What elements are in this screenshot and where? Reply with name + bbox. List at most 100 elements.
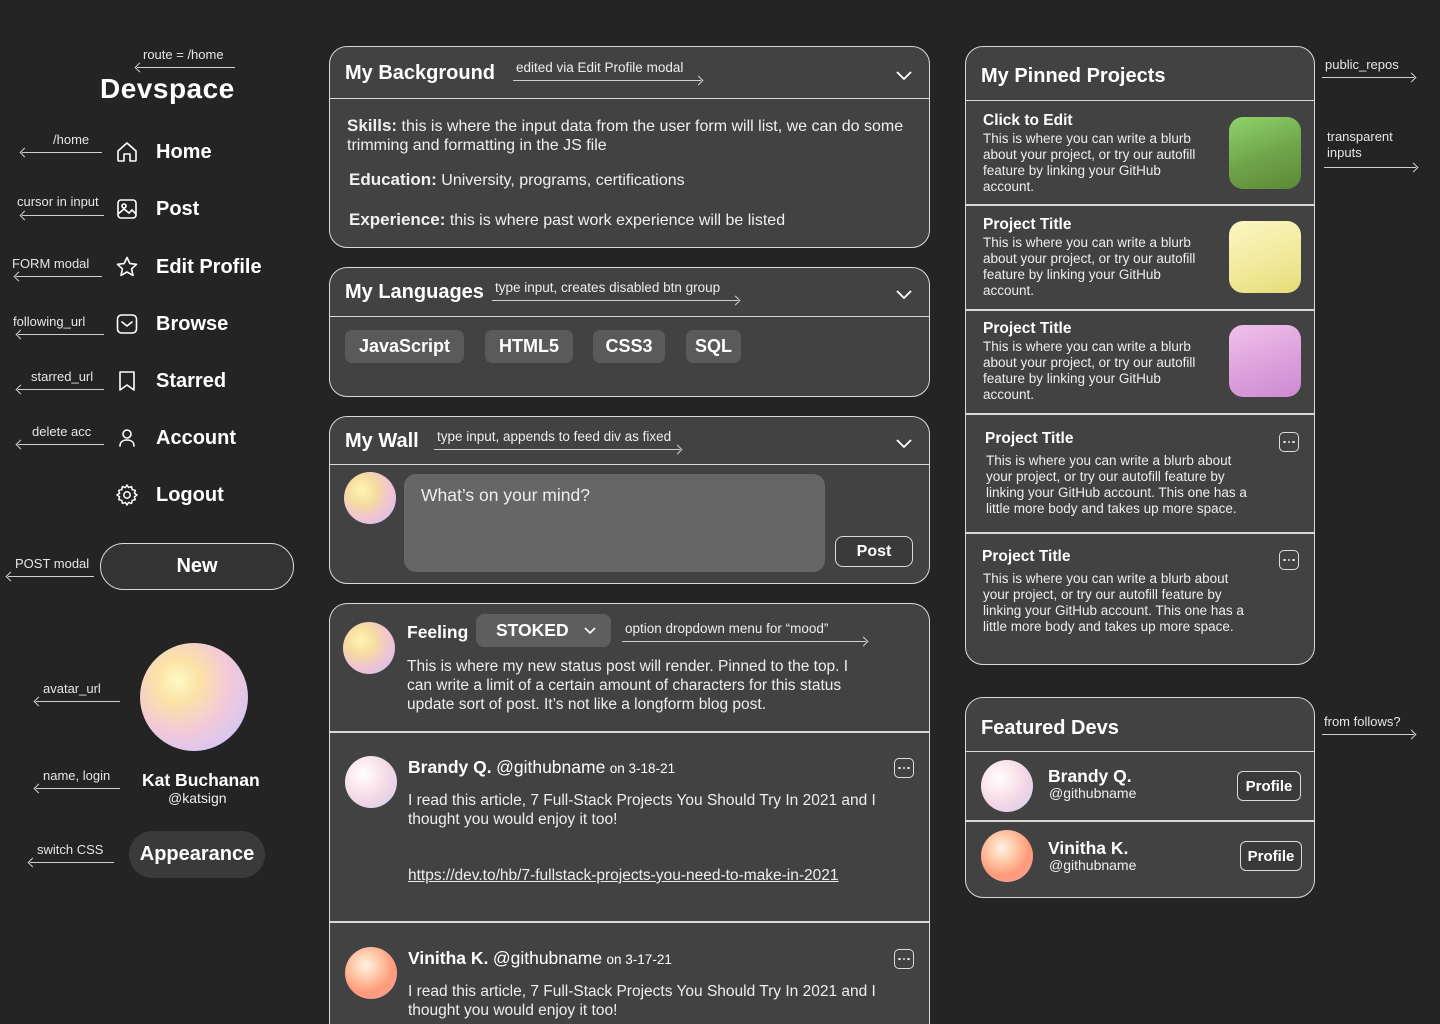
project-title[interactable]: Project Title [983, 216, 1071, 234]
post-text: I read this article, 7 Full-Stack Projec… [408, 792, 876, 828]
star-icon [114, 254, 140, 280]
language-pill: JavaScript [345, 330, 464, 363]
more-options-icon[interactable] [1279, 432, 1299, 452]
user-name: Kat Buchanan [142, 770, 260, 790]
arrow [30, 862, 114, 863]
panel-title: Featured Devs [981, 717, 1119, 739]
avatar-note: avatar_url [43, 681, 101, 696]
profile-button[interactable]: Profile [1237, 771, 1301, 801]
bookmark-icon [114, 368, 140, 394]
sidebar-item-logout[interactable]: Logout [114, 482, 224, 508]
featured-note: from follows? [1324, 714, 1401, 729]
post-author[interactable]: Brandy Q. [408, 757, 492, 777]
arrow [1322, 734, 1414, 735]
divider [330, 921, 930, 923]
sidebar-item-label: Post [156, 197, 200, 220]
language-pill: SQL [686, 330, 741, 363]
dev-name: Vinitha K. [1048, 838, 1129, 858]
sidebar-item-post[interactable]: Post [114, 196, 199, 222]
project-title[interactable]: Click to Edit [983, 112, 1073, 130]
project-text[interactable]: This is where you can write a blurb abou… [983, 571, 1258, 635]
divider [966, 532, 1314, 534]
wall-post-button[interactable]: Post [835, 536, 913, 567]
status-text: This is where my new status post will re… [407, 658, 849, 713]
post-header: Vinitha K. @githubname on 3-17-21 [408, 948, 672, 969]
more-options-icon[interactable] [894, 949, 914, 969]
sidebar-item-starred[interactable]: Starred [114, 368, 226, 394]
chevron-down-icon[interactable] [895, 435, 913, 453]
sidebar-item-browse[interactable]: Browse [114, 311, 228, 337]
transparent-inputs-note: transparent inputs [1327, 129, 1393, 160]
project-text[interactable]: This is where you can write a blurb abou… [983, 235, 1215, 299]
nav-note-edit-profile: FORM modal [12, 256, 90, 271]
post-handle: @githubname [492, 948, 603, 968]
app-logo[interactable]: Devspace [100, 73, 235, 105]
sidebar-item-label: Starred [156, 369, 227, 392]
chevron-down-icon[interactable] [895, 286, 913, 304]
project-title[interactable]: Project Title [985, 430, 1073, 448]
image-icon [114, 196, 140, 222]
sidebar-item-label: Home [156, 140, 212, 163]
panel-title: My Background [345, 62, 496, 84]
avatar [981, 760, 1033, 812]
avatar [344, 472, 396, 524]
profile-button[interactable]: Profile [1240, 841, 1302, 871]
avatar [981, 830, 1033, 882]
sidebar-item-label: Logout [156, 483, 224, 506]
avatar[interactable] [140, 643, 248, 751]
panel-header[interactable]: My Languages type input, creates disable… [330, 268, 929, 317]
home-icon [114, 139, 140, 165]
divider [330, 731, 930, 733]
panel-header[interactable]: My Wall type input, appends to feed div … [330, 417, 929, 465]
sidebar-item-edit-profile[interactable]: Edit Profile [114, 254, 262, 280]
mood-select[interactable]: STOKED [476, 614, 611, 647]
nav-note-account: delete acc [32, 424, 92, 439]
project-title[interactable]: Project Title [983, 320, 1071, 338]
arrow [18, 444, 104, 445]
nav-note-starred: starred_url [31, 369, 94, 384]
post-link[interactable]: https://dev.to/hb/7-fullstack-projects-y… [408, 867, 838, 885]
arrow [513, 80, 701, 81]
language-pill: HTML5 [485, 330, 573, 363]
dev-handle: @githubname [1049, 785, 1137, 801]
arrow [1324, 167, 1416, 168]
panel-header[interactable]: My Background edited via Edit Profile mo… [330, 47, 929, 99]
pinned-note: public_repos [1325, 57, 1399, 72]
panel-note: type input, appends to feed div as fixed [437, 429, 672, 444]
chevron-down-icon[interactable] [895, 67, 913, 85]
more-options-icon[interactable] [1279, 550, 1299, 570]
project-thumbnail [1229, 221, 1301, 293]
nav-note-post: cursor in input [17, 194, 99, 209]
project-text[interactable]: This is where you can write a blurb abou… [986, 453, 1261, 517]
panel-header: My Pinned Projects [966, 47, 1314, 101]
arrow [622, 641, 866, 642]
more-options-icon[interactable] [894, 758, 914, 778]
dev-handle: @githubname [1049, 857, 1137, 873]
divider [966, 820, 1314, 822]
new-button-note: POST modal [15, 556, 90, 571]
sidebar-item-home[interactable]: Home [114, 139, 212, 165]
sidebar-item-label: Account [156, 426, 236, 449]
sidebar-item-label: Browse [156, 312, 229, 335]
panel-header: Featured Devs [966, 698, 1314, 752]
appearance-note: switch CSS [37, 842, 104, 857]
sidebar-item-account[interactable]: Account [114, 425, 236, 451]
arrow [22, 152, 102, 153]
project-text[interactable]: This is where you can write a blurb abou… [983, 131, 1215, 195]
wall-post-input[interactable]: What’s on your mind? [404, 474, 825, 572]
arrow [36, 701, 120, 702]
panel-title: My Wall [345, 430, 419, 452]
dev-name: Brandy Q. [1048, 766, 1132, 786]
arrow [22, 215, 104, 216]
avatar [343, 622, 395, 674]
divider [966, 204, 1314, 206]
appearance-button[interactable]: Appearance [129, 831, 265, 878]
arrow [18, 389, 104, 390]
arrow [1322, 77, 1414, 78]
experience-text: Experience: this is where past work expe… [349, 210, 786, 229]
project-title[interactable]: Project Title [982, 548, 1070, 566]
project-text[interactable]: This is where you can write a blurb abou… [983, 339, 1215, 403]
post-author[interactable]: Vinitha K. [408, 948, 488, 968]
panel-title: My Languages [345, 281, 484, 303]
new-post-button[interactable]: New [100, 543, 294, 590]
